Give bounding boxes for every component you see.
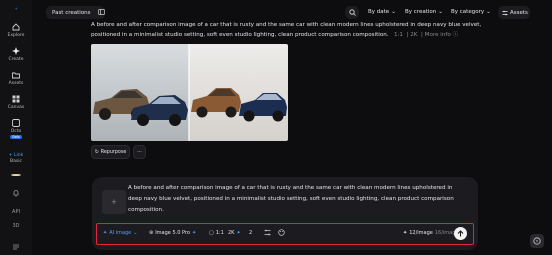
more-icon: ··· xyxy=(137,149,142,155)
square-icon: ▢ xyxy=(209,230,214,236)
sidebar-item-label: Create xyxy=(8,56,24,62)
ratio-label: 1:1 xyxy=(215,230,224,236)
chevron-down-icon: ⌄ xyxy=(438,9,443,15)
sidebar-item-label: Octo xyxy=(10,128,22,134)
generated-image[interactable] xyxy=(91,44,288,141)
app-logo-icon[interactable] xyxy=(9,7,23,10)
model-icon: ⊛ xyxy=(149,230,154,236)
by-date-label: By date xyxy=(368,9,390,15)
result-ratio: 1:1 xyxy=(393,32,403,38)
style-preset-button[interactable] xyxy=(278,229,285,236)
by-creation-label: By creation xyxy=(405,9,437,15)
result-resolution: 2K xyxy=(410,32,418,38)
home-icon xyxy=(11,22,21,32)
3d-link[interactable]: 3D xyxy=(12,223,19,229)
info-icon: ⓘ xyxy=(452,32,459,38)
search-button[interactable] xyxy=(345,6,359,19)
sidebar-item-assets[interactable]: Assets xyxy=(8,70,24,86)
search-icon xyxy=(348,9,356,16)
palette-icon xyxy=(278,229,285,236)
folder-icon xyxy=(11,70,21,80)
sidebar-item-octo[interactable]: Octo Beta xyxy=(10,118,22,139)
assets-button[interactable]: Assets xyxy=(498,6,530,19)
sidebar-item-label: Explore xyxy=(7,32,25,38)
sidebar: Explore Create Assets Canvas Octo Beta +… xyxy=(0,0,32,255)
by-category-label: By category xyxy=(451,9,485,15)
by-date-filter[interactable]: By date ⌄ xyxy=(368,9,396,15)
resolution-label: 2K xyxy=(228,230,235,236)
sidebar-item-label: Canvas xyxy=(7,104,25,110)
repurpose-label: Repurpose xyxy=(100,149,127,155)
sparkle-icon xyxy=(11,46,21,56)
by-creation-filter[interactable]: By creation ⌄ xyxy=(405,9,443,15)
sparkle-icon: ✦ xyxy=(191,230,197,236)
sidebar-item-create[interactable]: Create xyxy=(8,46,24,62)
adjust-settings-button[interactable] xyxy=(264,229,271,236)
chat-help-icon xyxy=(533,237,541,245)
composer-toolbar: ✦ AI image ⌄ ⊛ Image 5.0 Pro ✦ ▢ 1:1 2K … xyxy=(96,223,474,245)
arrow-up-icon xyxy=(457,230,464,237)
octo-icon xyxy=(11,118,21,128)
refresh-icon: ↻ xyxy=(94,149,99,155)
sidebar-item-label: Assets xyxy=(8,80,24,86)
mode-selector[interactable]: ✦ AI image ⌄ xyxy=(103,230,137,236)
add-reference-image-button[interactable]: + xyxy=(102,190,126,214)
credits-indicator: ✦ 12/image 16/image xyxy=(403,230,458,236)
repurpose-button[interactable]: ↻ Repurpose xyxy=(91,145,130,159)
avatar[interactable] xyxy=(11,173,21,176)
credit-icon: ✦ xyxy=(403,230,408,236)
more-info-link[interactable]: More info xyxy=(425,32,451,38)
chevron-down-icon: ⌄ xyxy=(391,9,396,15)
assets-label: Assets xyxy=(510,9,528,16)
model-label: Image 5.0 Pro xyxy=(155,230,190,236)
generate-button[interactable] xyxy=(454,227,467,240)
model-selector[interactable]: ⊛ Image 5.0 Pro ✦ xyxy=(149,230,196,236)
sliders-icon xyxy=(502,10,508,15)
panel-toggle-icon[interactable] xyxy=(97,8,105,17)
mode-label: AI image xyxy=(109,230,132,236)
more-options-button[interactable]: ··· xyxy=(133,145,146,159)
past-creations-label: Past creations xyxy=(52,9,91,16)
aspect-ratio-selector[interactable]: ▢ 1:1 xyxy=(209,230,224,236)
chevron-down-icon: ⌄ xyxy=(486,9,491,15)
beta-badge: Beta xyxy=(10,134,22,139)
grid-icon xyxy=(11,94,21,104)
prompt-composer: + A before and after comparison image of… xyxy=(92,177,478,250)
past-creations-tab[interactable]: Past creations xyxy=(46,6,105,19)
sparkle-icon: ✦ xyxy=(236,230,241,236)
by-category-filter[interactable]: By category ⌄ xyxy=(451,9,491,15)
link-sub-label: Basic xyxy=(10,158,22,164)
result-prompt: A before and after comparison image of a… xyxy=(91,20,491,40)
sidebar-item-explore[interactable]: Explore xyxy=(7,22,25,38)
help-button[interactable] xyxy=(530,234,544,248)
collapse-sidebar-icon[interactable] xyxy=(12,237,20,255)
sidebar-item-canvas[interactable]: Canvas xyxy=(7,94,25,110)
adjust-icon xyxy=(264,229,271,236)
credits-label: 12/image xyxy=(409,230,433,236)
link-label: + Link xyxy=(8,152,24,158)
count-label: 2 xyxy=(249,230,253,236)
bell-icon[interactable] xyxy=(12,184,20,202)
image-count-selector[interactable]: 2 xyxy=(249,230,252,236)
result-meta: 1:1 | 2K | More info ⓘ xyxy=(393,32,459,38)
resolution-selector[interactable]: 2K ✦ xyxy=(228,230,241,236)
chevron-down-icon: ⌄ xyxy=(133,230,138,236)
image-mode-icon: ✦ xyxy=(103,230,108,236)
api-link[interactable]: API xyxy=(12,209,20,215)
prompt-input[interactable]: A before and after comparison image of a… xyxy=(128,183,463,216)
sidebar-link[interactable]: + Link Basic xyxy=(9,153,23,164)
plus-icon: + xyxy=(111,197,117,207)
